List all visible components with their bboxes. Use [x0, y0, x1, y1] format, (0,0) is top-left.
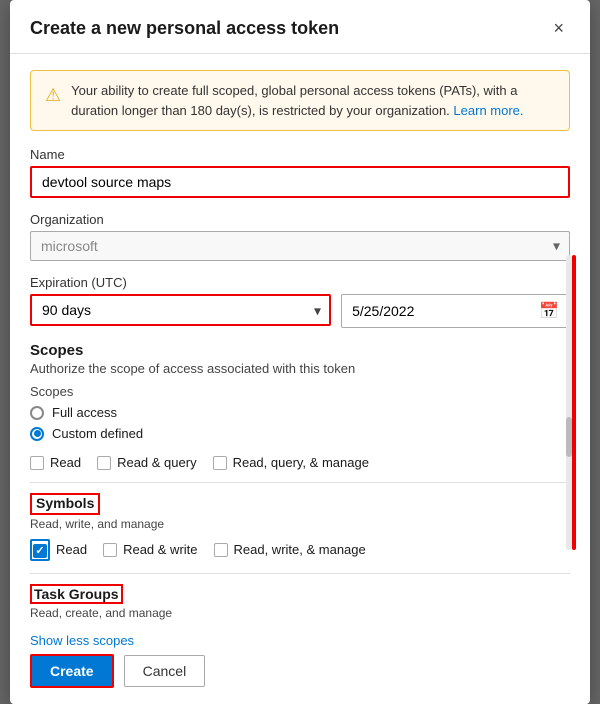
- symbols-read-write-manage-label: Read, write, & manage: [234, 542, 366, 557]
- task-groups-desc: Read, create, and manage: [30, 606, 570, 620]
- symbols-read-write-label: Read & write: [123, 542, 197, 557]
- show-less-scopes-link[interactable]: Show less scopes: [30, 633, 134, 648]
- name-label: Name: [30, 147, 570, 162]
- org-group: Organization ▾: [30, 212, 570, 261]
- dialog-title: Create a new personal access token: [30, 18, 339, 39]
- scopes-checkbox-row: Read Read & query Read, query, & manage: [30, 455, 570, 470]
- org-input: [30, 231, 570, 261]
- calendar-icon[interactable]: 📅: [539, 301, 559, 321]
- symbols-desc: Read, write, and manage: [30, 517, 570, 531]
- scope-read-query-manage-label: Read, query, & manage: [233, 455, 369, 470]
- scopes-section: Scopes Authorize the scope of access ass…: [30, 342, 570, 470]
- custom-defined-radio-icon: [30, 427, 44, 441]
- expiry-label: Expiration (UTC): [30, 275, 570, 290]
- symbols-checkbox-row: Read Read & write Read, write, & manage: [30, 539, 570, 561]
- name-group: Name: [30, 147, 570, 198]
- scope-read-checkbox[interactable]: [30, 456, 44, 470]
- custom-defined-radio-item[interactable]: Custom defined: [30, 426, 570, 441]
- scopes-subtitle: Authorize the scope of access associated…: [30, 361, 570, 376]
- full-access-label: Full access: [52, 405, 117, 420]
- scope-read-label: Read: [50, 455, 81, 470]
- name-input[interactable]: [30, 166, 570, 198]
- symbols-read-write-checkbox[interactable]: [103, 543, 117, 557]
- expiry-group: Expiration (UTC) 30 days 60 days 90 days…: [30, 275, 570, 328]
- symbols-read-label: Read: [56, 542, 87, 557]
- scrollbar-thumb: [566, 417, 572, 457]
- divider-2: [30, 573, 570, 574]
- task-groups-section: Task Groups Read, create, and manage: [30, 584, 570, 620]
- date-input-wrap: 📅: [341, 294, 570, 328]
- scrollbar-track: [566, 255, 572, 550]
- scope-read-query-manage-checkbox[interactable]: [213, 456, 227, 470]
- dialog-body: ⚠ Your ability to create full scoped, gl…: [10, 54, 590, 654]
- date-input[interactable]: [352, 303, 533, 319]
- dialog-header: Create a new personal access token ×: [10, 0, 590, 54]
- learn-more-link[interactable]: Learn more.: [453, 103, 523, 118]
- scroll-red-indicator: [572, 255, 576, 550]
- org-label: Organization: [30, 212, 570, 227]
- symbols-read-write-manage-checkbox[interactable]: [214, 543, 228, 557]
- scope-read-query-label: Read & query: [117, 455, 197, 470]
- symbols-title: Symbols: [34, 495, 96, 511]
- symbols-section: Symbols Read, write, and manage Read Rea…: [30, 493, 570, 561]
- expiry-row: 30 days 60 days 90 days 180 days 1 year …: [30, 294, 570, 328]
- task-groups-title: Task Groups: [30, 584, 123, 604]
- expiry-select-wrap: 30 days 60 days 90 days 180 days 1 year …: [30, 294, 331, 328]
- scope-read-query-manage-item[interactable]: Read, query, & manage: [213, 455, 369, 470]
- scope-read-query-item[interactable]: Read & query: [97, 455, 197, 470]
- create-token-dialog: Create a new personal access token × ⚠ Y…: [10, 0, 590, 704]
- full-access-radio-icon: [30, 406, 44, 420]
- scopes-title: Scopes: [30, 342, 570, 359]
- symbols-read-write-manage-item[interactable]: Read, write, & manage: [214, 539, 366, 561]
- scope-read-query-checkbox[interactable]: [97, 456, 111, 470]
- symbols-read-write-item[interactable]: Read & write: [103, 539, 197, 561]
- warning-text: Your ability to create full scoped, glob…: [71, 81, 555, 120]
- symbols-read-checkbox-outer: [30, 539, 50, 561]
- create-button[interactable]: Create: [30, 654, 114, 688]
- custom-defined-label: Custom defined: [52, 426, 143, 441]
- scopes-radio-group: Full access Custom defined: [30, 405, 570, 441]
- scopes-label: Scopes: [30, 384, 570, 399]
- symbols-read-checkbox[interactable]: [33, 544, 47, 558]
- divider-1: [30, 482, 570, 483]
- full-access-radio-item[interactable]: Full access: [30, 405, 570, 420]
- symbols-read-item[interactable]: Read: [30, 539, 87, 561]
- close-button[interactable]: ×: [547, 16, 570, 41]
- warning-banner: ⚠ Your ability to create full scoped, gl…: [30, 70, 570, 131]
- dialog-footer: Create Cancel: [10, 654, 590, 704]
- scope-read-item[interactable]: Read: [30, 455, 81, 470]
- warning-icon: ⚠: [45, 82, 61, 120]
- cancel-button[interactable]: Cancel: [124, 655, 206, 687]
- expiry-select[interactable]: 30 days 60 days 90 days 180 days 1 year …: [30, 294, 331, 326]
